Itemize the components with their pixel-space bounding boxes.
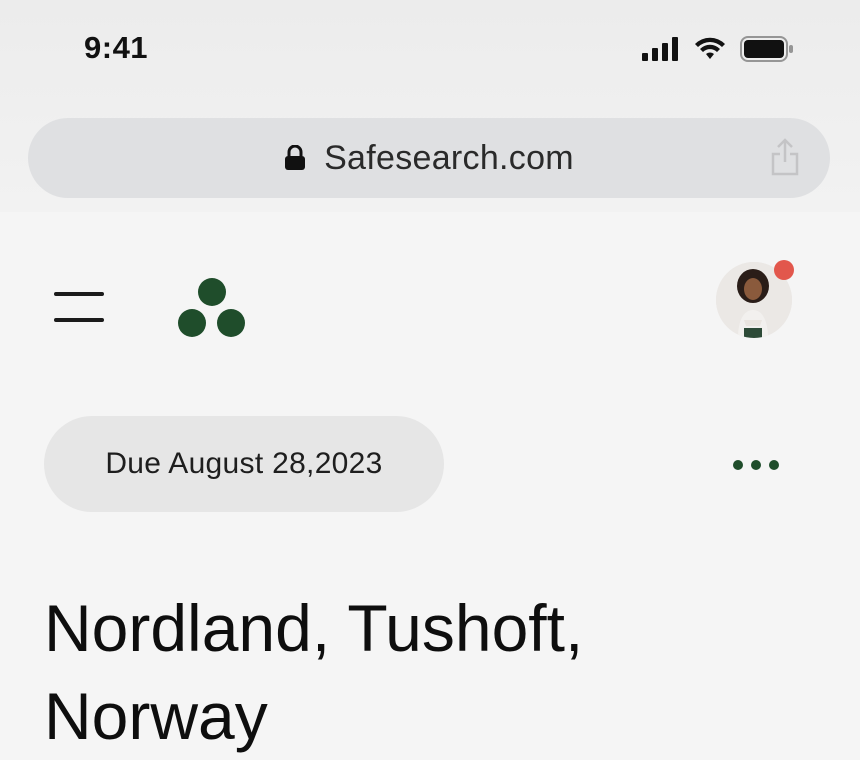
- due-date-badge: Due August 28,2023: [44, 416, 444, 512]
- more-horizontal-icon[interactable]: [716, 448, 796, 482]
- wifi-icon: [695, 37, 725, 59]
- logo-icon[interactable]: [176, 276, 248, 340]
- browser-chrome: 9:41 Safesearch.com: [0, 0, 860, 212]
- signal-icon: [642, 37, 678, 61]
- status-time: 9:41: [84, 30, 149, 65]
- share-icon[interactable]: [770, 138, 800, 176]
- status-bar: 9:41: [0, 0, 860, 100]
- menu-icon[interactable]: [54, 292, 104, 326]
- status-icons: [642, 36, 794, 62]
- page-content: Due August 28,2023 Nordland, Tushoft, No…: [0, 212, 860, 758]
- lock-icon: [285, 145, 306, 170]
- notification-dot: [774, 260, 794, 280]
- battery-icon: [740, 36, 793, 62]
- url-text[interactable]: Safesearch.com: [324, 139, 574, 178]
- due-date-text: Due August 28,2023: [105, 447, 383, 480]
- location-title: Nordland, Tushoft, Norway: [44, 591, 584, 753]
- address-bar[interactable]: Safesearch.com: [28, 118, 830, 198]
